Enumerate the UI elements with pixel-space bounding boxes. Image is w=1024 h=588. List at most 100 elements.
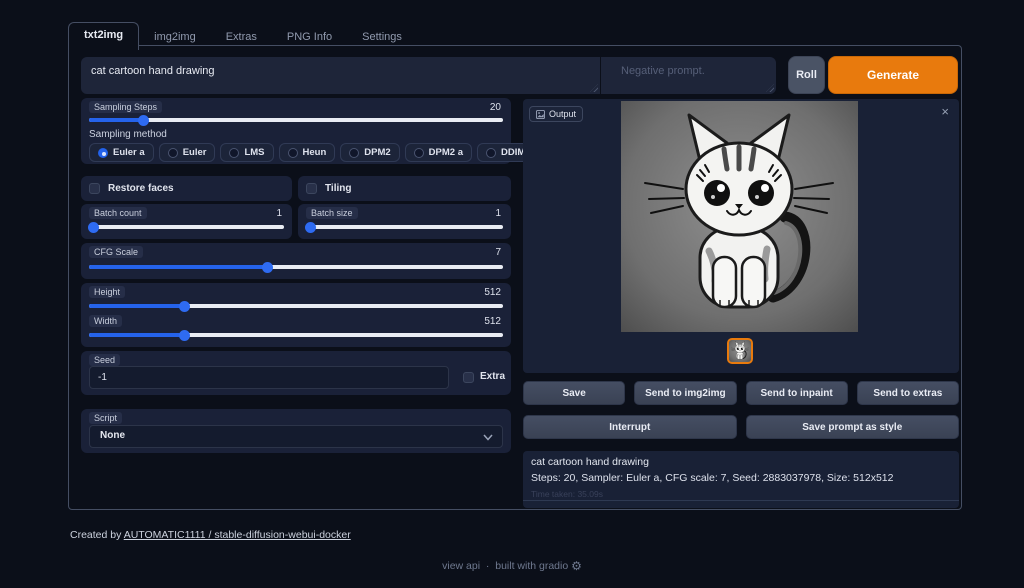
radio-icon	[288, 148, 298, 158]
batch-size-panel: Batch size 1	[298, 204, 511, 239]
gradio-gear-icon[interactable]: ⚙	[571, 559, 582, 573]
footer-dot: ·	[486, 560, 490, 572]
created-by-line: Created by AUTOMATIC1111 / stable-diffus…	[70, 529, 351, 541]
radio-icon	[349, 148, 359, 158]
radio-label: Heun	[303, 147, 327, 158]
cfg-scale-label: CFG Scale	[89, 246, 143, 258]
tab-txt2img[interactable]: txt2img	[68, 22, 139, 50]
radio-label: DDIM	[501, 147, 525, 158]
generation-info-panel: cat cartoon hand drawing Steps: 20, Samp…	[523, 451, 959, 508]
extra-checkbox[interactable]	[463, 372, 474, 383]
sampling-method-options: Euler aEulerLMSHeunDPM2DPM2 aDDIMPLMS	[89, 143, 503, 162]
script-label: Script	[89, 412, 122, 424]
repo-link[interactable]: AUTOMATIC1111 / stable-diffusion-webui-d…	[124, 529, 351, 541]
batch-size-label: Batch size	[306, 207, 358, 219]
radio-label: LMS	[244, 147, 264, 158]
save-prompt-as-style-button[interactable]: Save prompt as style	[746, 415, 960, 439]
interrupt-button[interactable]: Interrupt	[523, 415, 737, 439]
restore-faces-panel[interactable]: Restore faces	[81, 176, 292, 201]
gallery-thumbnail-selected[interactable]	[727, 338, 753, 364]
output-gallery: Output ×	[523, 99, 959, 373]
radio-icon	[168, 148, 178, 158]
cfg-scale-panel: CFG Scale 7	[81, 243, 511, 279]
info-time-text: Time taken: 35.09s	[531, 489, 603, 499]
view-api-link[interactable]: view api	[442, 560, 480, 572]
close-icon[interactable]: ×	[941, 104, 949, 119]
image-icon	[536, 110, 545, 119]
output-tab-label: Output	[549, 109, 576, 119]
info-params-text: Steps: 20, Sampler: Euler a, CFG scale: …	[531, 472, 893, 484]
restore-faces-checkbox[interactable]	[89, 183, 100, 194]
radio-icon	[98, 148, 108, 158]
roll-button[interactable]: Roll	[788, 56, 825, 94]
seed-panel: Seed Extra	[81, 351, 511, 395]
send-to-extras-button[interactable]: Send to extras	[857, 381, 959, 405]
sampling-option-euler[interactable]: Euler	[159, 143, 216, 162]
app-window: txt2imgimg2imgExtrasPNG InfoSettings cat…	[0, 0, 1024, 588]
gradio-footer: view api · built with gradio ⚙	[0, 559, 1024, 573]
radio-icon	[486, 148, 496, 158]
height-slider[interactable]	[89, 300, 503, 312]
txt2img-panel: cat cartoon hand drawing Roll Generate S…	[68, 45, 962, 510]
batch-size-slider[interactable]	[306, 221, 503, 233]
radio-label: Euler a	[113, 147, 145, 158]
thumbnail-cat-image	[729, 340, 751, 362]
tiling-panel[interactable]: Tiling	[298, 176, 511, 201]
negative-prompt-input[interactable]	[601, 57, 776, 94]
width-label: Width	[89, 315, 122, 327]
width-value: 512	[484, 316, 501, 327]
batch-count-value: 1	[276, 208, 282, 219]
radio-label: DPM2 a	[429, 147, 463, 158]
restore-faces-label: Restore faces	[108, 183, 174, 194]
output-tab[interactable]: Output	[529, 106, 583, 122]
height-label: Height	[89, 286, 125, 298]
sampling-steps-label: Sampling Steps	[89, 101, 162, 113]
tab-settings[interactable]: Settings	[347, 25, 417, 50]
radio-icon	[414, 148, 424, 158]
sampling-steps-slider[interactable]	[89, 114, 503, 126]
script-panel: Script None	[81, 409, 511, 453]
generate-button[interactable]: Generate	[828, 56, 958, 94]
cfg-scale-value: 7	[495, 247, 501, 258]
width-slider[interactable]	[89, 329, 503, 341]
output-buttons-row1: Save Send to img2img Send to inpaint Send t…	[523, 381, 959, 405]
info-prompt-text: cat cartoon hand drawing	[531, 456, 649, 468]
sampling-option-dpm2[interactable]: DPM2	[340, 143, 399, 162]
sampling-option-euler-a[interactable]: Euler a	[89, 143, 154, 162]
tab-img2img[interactable]: img2img	[139, 25, 211, 50]
batch-count-slider[interactable]	[89, 221, 284, 233]
cfg-scale-slider[interactable]	[89, 261, 503, 273]
sampling-option-lms[interactable]: LMS	[220, 143, 273, 162]
send-to-img2img-button[interactable]: Send to img2img	[634, 381, 736, 405]
sampling-panel: Sampling Steps 20 Sampling method Euler …	[81, 98, 511, 164]
seed-label: Seed	[89, 354, 120, 366]
prompt-input[interactable]: cat cartoon hand drawing	[81, 57, 600, 94]
sampling-steps-value: 20	[490, 102, 501, 113]
tab-bar: txt2imgimg2imgExtrasPNG InfoSettings	[68, 22, 417, 50]
extra-label: Extra	[480, 371, 505, 382]
output-buttons-row2: Interrupt Save prompt as style	[523, 415, 959, 439]
save-button[interactable]: Save	[523, 381, 625, 405]
chevron-down-icon	[483, 434, 493, 441]
script-dropdown-value: None	[100, 430, 125, 441]
send-to-inpaint-button[interactable]: Send to inpaint	[746, 381, 848, 405]
tiling-checkbox[interactable]	[306, 183, 317, 194]
radio-label: DPM2	[364, 147, 390, 158]
batch-size-value: 1	[495, 208, 501, 219]
batch-count-panel: Batch count 1	[81, 204, 292, 239]
sampling-option-heun[interactable]: Heun	[279, 143, 336, 162]
tiling-label: Tiling	[325, 183, 351, 194]
sampling-method-label: Sampling method	[89, 129, 167, 140]
built-with-gradio-link[interactable]: built with gradio	[495, 560, 568, 572]
radio-icon	[229, 148, 239, 158]
sampling-option-dpm2-a[interactable]: DPM2 a	[405, 143, 472, 162]
tab-png-info[interactable]: PNG Info	[272, 25, 347, 50]
script-dropdown[interactable]: None	[89, 425, 503, 448]
tab-extras[interactable]: Extras	[211, 25, 272, 50]
height-value: 512	[484, 287, 501, 298]
created-by-prefix: Created by	[70, 529, 124, 541]
dimensions-panel: Height 512 Width 512	[81, 283, 511, 347]
seed-input[interactable]	[89, 366, 449, 389]
batch-count-label: Batch count	[89, 207, 147, 219]
generated-cat-image[interactable]	[621, 101, 858, 332]
